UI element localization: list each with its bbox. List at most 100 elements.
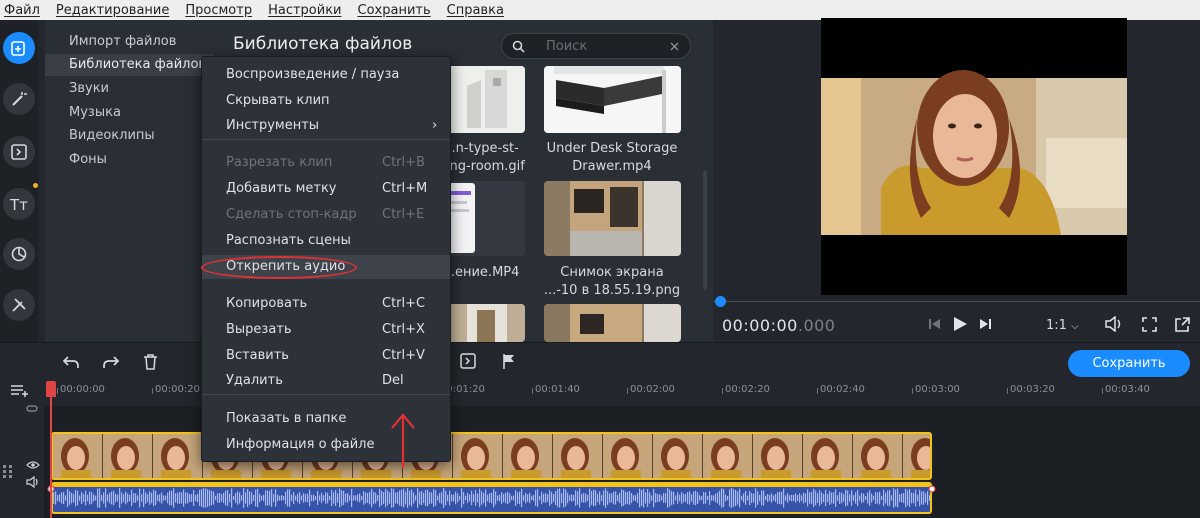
waveform-bar [611, 493, 613, 503]
waveform-bar [99, 488, 101, 508]
playhead[interactable] [50, 382, 52, 518]
waveform-bar [173, 488, 175, 508]
video-clip[interactable] [51, 432, 932, 480]
ruler-tick-mark [1102, 388, 1103, 394]
waveform-bar [417, 488, 419, 508]
waveform-bar [97, 488, 99, 508]
context-menu-item[interactable]: Вырезать Ctrl+X [202, 318, 450, 342]
menu-help[interactable]: Справка [439, 3, 512, 18]
skip-forward-icon[interactable] [978, 317, 992, 331]
waveform-bar [253, 494, 255, 502]
waveform-bar [809, 492, 811, 504]
waveform-bar [561, 492, 563, 504]
context-menu-item[interactable]: Скрывать клип [202, 89, 450, 113]
waveform-bar [491, 492, 493, 504]
audio-track[interactable] [51, 482, 932, 514]
waveform-bar [279, 495, 281, 501]
library-thumb-screenshot[interactable] [544, 181, 681, 256]
library-thumb-partial-2[interactable] [544, 304, 681, 342]
waveform-bar [641, 489, 643, 507]
menu-file[interactable]: Файл [0, 3, 48, 18]
waveform-bar [539, 495, 541, 501]
undo-icon[interactable] [62, 354, 80, 370]
save-button[interactable]: Сохранить [1068, 350, 1190, 377]
waveform-bar [529, 492, 531, 504]
eye-icon[interactable] [26, 460, 40, 470]
clip-frame [803, 434, 853, 478]
trash-icon[interactable] [143, 354, 158, 370]
redo-icon[interactable] [102, 354, 120, 370]
playhead-handle[interactable] [46, 381, 56, 397]
audio-end-handle[interactable] [928, 485, 936, 493]
sidebar-item-sounds[interactable]: Звуки [45, 78, 213, 100]
waveform-bar [739, 488, 741, 508]
context-menu-item: Разрезать клип Ctrl+B [202, 151, 450, 175]
waveform-bar [211, 490, 213, 506]
waveform-bar [567, 492, 569, 504]
audio-volume-line[interactable] [53, 484, 930, 487]
detach-preview-icon[interactable] [1175, 317, 1190, 332]
skip-back-icon[interactable] [928, 317, 942, 331]
context-menu-item[interactable]: Инструменты › [202, 114, 450, 138]
context-menu-item[interactable]: Копировать Ctrl+C [202, 292, 450, 316]
waveform-bar [369, 491, 371, 505]
waveform-bar [93, 494, 95, 502]
add-files-icon[interactable] [3, 32, 35, 64]
waveform-bar [659, 494, 661, 502]
waveform-bar [581, 493, 583, 503]
context-menu-item[interactable]: Воспроизведение / пауза [202, 63, 450, 87]
tools-icon[interactable] [3, 289, 35, 321]
volume-icon[interactable] [1104, 316, 1124, 332]
waveform-bar [715, 493, 717, 503]
marker-flag-icon[interactable] [502, 353, 516, 369]
context-menu-item[interactable]: Удалить Del [202, 369, 450, 393]
clear-search-icon[interactable] [670, 42, 679, 51]
timeline-ruler[interactable]: 00:00:0000:00:2000:00:4000:01:0000:01:20… [0, 380, 1200, 406]
scrubber-handle[interactable] [715, 296, 726, 307]
sidebar-item-backgrounds[interactable]: Фоны [45, 149, 213, 171]
titles-icon[interactable]: Tт [3, 188, 35, 220]
menu-view[interactable]: Просмотр [177, 3, 260, 18]
context-menu-item[interactable]: Добавить метку Ctrl+M [202, 177, 450, 201]
waveform-bar [575, 490, 577, 506]
context-menu-item[interactable]: Распознать сцены [202, 229, 450, 253]
waveform-bar [207, 489, 209, 507]
link-icon[interactable] [26, 404, 38, 414]
menu-edit[interactable]: Редактирование [48, 3, 177, 18]
waveform-bar [433, 488, 435, 508]
waveform-bar [325, 492, 327, 504]
transition-tool-icon[interactable] [460, 353, 476, 369]
speaker-icon[interactable] [26, 476, 40, 488]
waveform-bar [161, 492, 163, 504]
waveform-bar [751, 493, 753, 503]
waveform-bar [441, 492, 443, 504]
preview-scrubber[interactable] [713, 301, 1200, 302]
menu-settings[interactable]: Настройки [260, 3, 349, 18]
waveform-bar [175, 493, 177, 503]
waveform-bar [821, 492, 823, 504]
transitions-icon[interactable] [3, 136, 35, 168]
stickers-icon[interactable] [3, 238, 35, 270]
sidebar-item-videoclips[interactable]: Видеоклипы [45, 125, 213, 147]
aspect-ratio-select[interactable]: 1:1 ⌵ [1046, 318, 1079, 333]
waveform-bar [591, 491, 593, 505]
context-menu-shortcut: Ctrl+C [382, 296, 426, 311]
sidebar-item-library[interactable]: Библиотека файлов [45, 54, 213, 76]
sidebar-item-music[interactable]: Музыка [45, 102, 213, 124]
add-track-icon[interactable] [10, 382, 30, 398]
waveform-bar [489, 493, 491, 503]
context-menu-item[interactable]: Вставить Ctrl+V [202, 344, 450, 368]
annotation-highlight-ellipse [201, 256, 357, 279]
waveform-bar [315, 495, 317, 501]
search-input[interactable]: Поиск [501, 33, 691, 59]
library-thumb-drawer[interactable] [544, 66, 681, 133]
drag-handle-icon[interactable] [2, 464, 14, 478]
play-icon[interactable] [951, 315, 969, 333]
magic-wand-icon[interactable] [3, 83, 35, 115]
menu-save[interactable]: Сохранить [350, 3, 439, 18]
waveform-bar [883, 489, 885, 507]
waveform-bar [763, 490, 765, 506]
fit-screen-icon[interactable] [1142, 317, 1157, 332]
library-scrollbar[interactable] [703, 170, 707, 290]
sidebar-item-import[interactable]: Импорт файлов [45, 31, 213, 53]
